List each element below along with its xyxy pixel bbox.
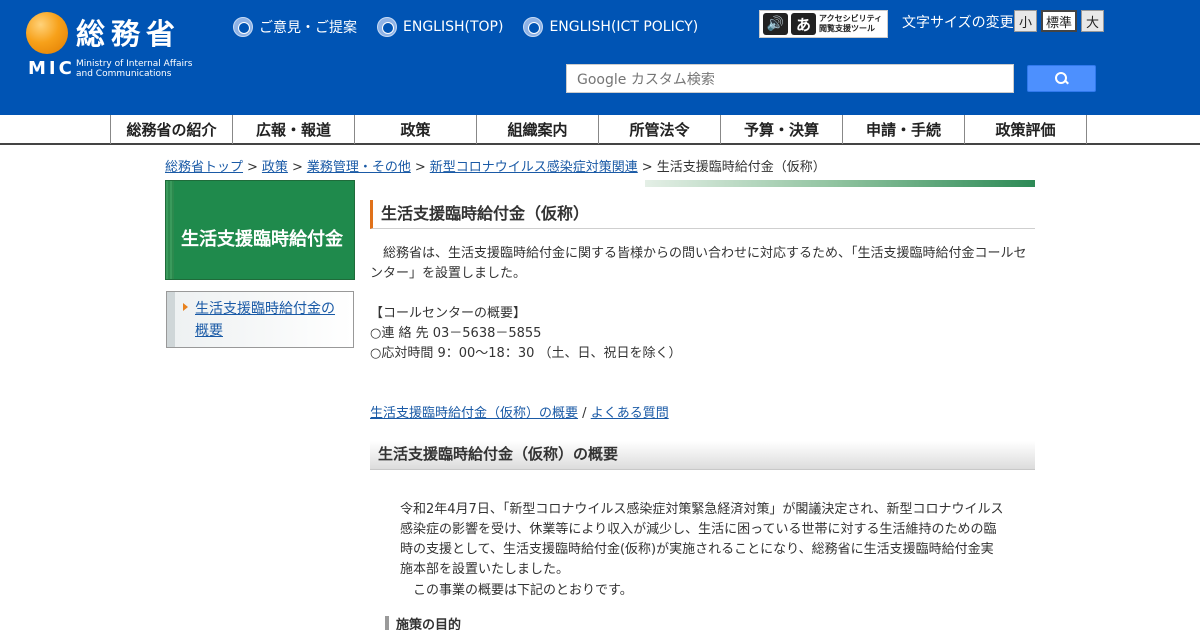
breadcrumb-separator: >	[414, 160, 426, 175]
nav-item-policy[interactable]: 政策	[355, 115, 477, 144]
logo-english: Ministry of Internal Affairs and Communi…	[76, 59, 192, 79]
font-size-large-button[interactable]: 大	[1081, 10, 1104, 32]
sub-heading: 施策の目的	[385, 616, 785, 630]
faq-link[interactable]: よくある質問	[591, 406, 669, 421]
sidebar-item-overview[interactable]: 生活支援臨時給付金の概要	[195, 298, 347, 342]
logo-abbr: MIC	[28, 58, 75, 79]
breadcrumb-separator: >	[247, 160, 258, 175]
global-nav: 総務省の紹介 広報・報道 政策 組織案内 所管法令 予算・決算 申請・手続 政策…	[0, 115, 1200, 145]
speaker-icon: 🔊	[763, 13, 788, 35]
bullet-circle-icon	[523, 17, 544, 37]
accessibility-label-line1: アクセシビリティ	[819, 14, 883, 23]
call-center-tel: ○連 絡 先 03－5638－5855	[370, 326, 542, 341]
top-link-english-top[interactable]: ENGLISH(TOP)	[377, 17, 503, 37]
breadcrumb-link-covid[interactable]: 新型コロナウイルス感染症対策関連	[430, 160, 638, 175]
link-separator: /	[582, 406, 587, 421]
logo-english-line2: and Communications	[76, 69, 172, 79]
section-body-2: この事業の概要は下記のとおりです。	[413, 583, 633, 598]
logo-english-line1: Ministry of Internal Affairs	[76, 59, 193, 69]
hiragana-a-icon: あ	[791, 13, 816, 35]
font-size-normal-button[interactable]: 標準	[1041, 10, 1077, 32]
logo-kanji: 総務省	[76, 17, 182, 51]
breadcrumb-link-policy[interactable]: 政策	[262, 160, 288, 175]
nav-item-budget[interactable]: 予算・決算	[721, 115, 843, 144]
sidebar-title: 生活支援臨時給付金	[174, 181, 354, 279]
intro-text: 総務省は、生活支援臨時給付金に関する皆様からの問い合わせに対応するため、「生活支…	[370, 246, 1027, 281]
mic-logo[interactable]: 総務省 MIC Ministry of Internal Affairs and…	[26, 12, 216, 82]
breadcrumb-link-management[interactable]: 業務管理・その他	[307, 160, 411, 175]
site-header: 総務省 MIC Ministry of Internal Affairs and…	[0, 0, 1200, 115]
top-link-label: ENGLISH(ICT POLICY)	[549, 19, 699, 35]
arrow-right-icon	[183, 303, 188, 311]
nav-item-press[interactable]: 広報・報道	[233, 115, 355, 144]
section-body: 令和2年4月7日、「新型コロナウイルス感染症対策緊急経済対策」が閣議決定され、新…	[400, 502, 1004, 577]
top-link-feedback[interactable]: ご意見・ご提案	[233, 17, 357, 37]
sidebar-menu: 生活支援臨時給付金の概要	[166, 291, 354, 348]
logo-emblem-icon	[26, 12, 68, 54]
font-size-label: 文字サイズの変更	[902, 15, 1014, 31]
breadcrumb-current: 生活支援臨時給付金（仮称）	[656, 160, 826, 175]
bullet-circle-icon	[233, 17, 253, 37]
nav-item-about[interactable]: 総務省の紹介	[111, 115, 233, 144]
top-link-label: ご意見・ご提案	[259, 20, 357, 36]
anchor-links: 生活支援臨時給付金（仮称）の概要 / よくある質問	[370, 404, 669, 424]
breadcrumb-separator: >	[641, 160, 653, 175]
search-icon	[1054, 71, 1069, 86]
nav-item-evaluation[interactable]: 政策評価	[965, 115, 1087, 144]
section-title: 生活支援臨時給付金（仮称）の概要	[370, 441, 1035, 470]
top-link-english-ict[interactable]: ENGLISH(ICT POLICY)	[523, 17, 698, 37]
nav-item-organization[interactable]: 組織案内	[477, 115, 599, 144]
top-links: ご意見・ご提案 ENGLISH(TOP) ENGLISH(ICT POLICY)	[233, 17, 698, 37]
search-input[interactable]: Google カスタム検索	[566, 64, 1014, 93]
global-nav-items: 総務省の紹介 広報・報道 政策 組織案内 所管法令 予算・決算 申請・手続 政策…	[110, 115, 1087, 144]
font-size-small-button[interactable]: 小	[1014, 10, 1037, 32]
breadcrumb-separator: >	[291, 160, 303, 175]
accessibility-label: アクセシビリティ 閲覧支援ツール	[819, 14, 882, 34]
breadcrumb: 総務省トップ > 政策 > 業務管理・その他 > 新型コロナウイルス感染症対策関連 > 生活支援…	[165, 156, 826, 175]
accessibility-label-line2: 閲覧支援ツール	[819, 24, 875, 33]
search-button[interactable]	[1027, 65, 1096, 92]
bullet-circle-icon	[377, 17, 397, 37]
breadcrumb-link-top[interactable]: 総務省トップ	[165, 160, 243, 175]
title-gradient-bar	[645, 180, 1035, 187]
top-link-label: ENGLISH(TOP)	[403, 19, 504, 35]
page-title: 生活支援臨時給付金（仮称）	[370, 200, 1035, 229]
accessibility-tool-button[interactable]: 🔊 あ アクセシビリティ 閲覧支援ツール	[759, 10, 888, 38]
overview-link[interactable]: 生活支援臨時給付金（仮称）の概要	[370, 406, 578, 421]
call-center-title: 【コールセンターの概要】	[370, 306, 527, 321]
sidebar-title-box: 生活支援臨時給付金	[165, 180, 355, 280]
nav-item-procedures[interactable]: 申請・手続	[843, 115, 965, 144]
call-center-hours: ○応対時間 9：00～18：30 （土、日、祝日を除く）	[370, 346, 682, 361]
nav-item-laws[interactable]: 所管法令	[599, 115, 721, 144]
